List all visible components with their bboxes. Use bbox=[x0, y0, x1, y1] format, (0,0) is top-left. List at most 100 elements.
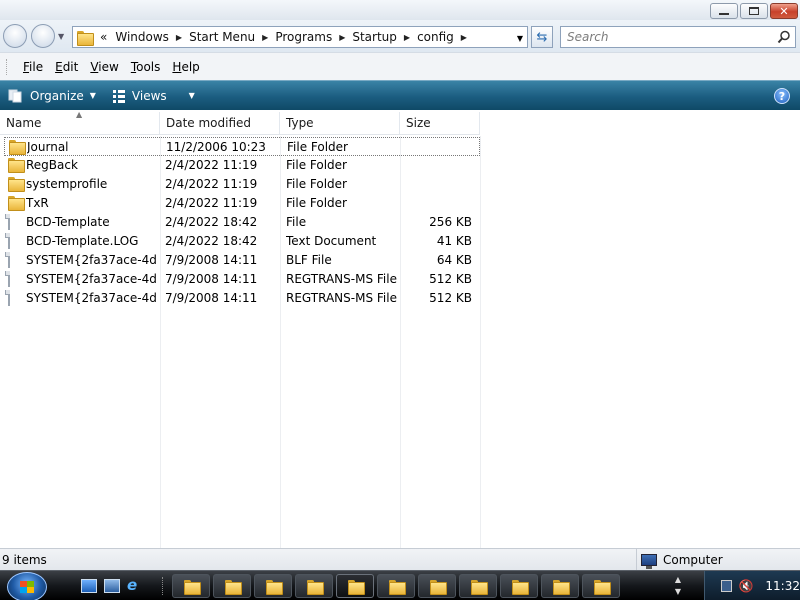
menu-help[interactable]: Help bbox=[166, 60, 205, 74]
file-row[interactable]: BCD-Template 2/4/2022 18:42 File 256 KB bbox=[4, 213, 480, 232]
taskbar-button-folder[interactable] bbox=[336, 574, 374, 598]
column-header-type[interactable]: Type bbox=[280, 112, 400, 134]
volume-muted-icon[interactable]: 🔇 bbox=[738, 579, 753, 593]
help-button[interactable]: ? bbox=[774, 88, 790, 104]
file-row[interactable]: TxR 2/4/2022 11:19 File Folder bbox=[4, 194, 480, 213]
folder-icon bbox=[77, 30, 94, 46]
refresh-icon: ⇆ bbox=[536, 29, 548, 45]
internet-explorer-icon[interactable]: e bbox=[127, 576, 143, 594]
file-row[interactable]: SYSTEM{2fa37ace-4d6... 7/9/2008 14:11 REGT… bbox=[4, 289, 480, 308]
windows-logo-icon bbox=[20, 581, 34, 593]
file-date: 7/9/2008 14:11 bbox=[165, 291, 258, 305]
file-row[interactable]: BCD-Template.LOG 2/4/2022 18:42 Text Docum… bbox=[4, 232, 480, 251]
taskbar-button-folder[interactable] bbox=[459, 574, 497, 598]
breadcrumb-windows[interactable]: Windows bbox=[111, 30, 173, 44]
show-desktop-icon[interactable] bbox=[81, 579, 97, 593]
file-type: File Folder bbox=[286, 196, 347, 210]
search-input[interactable] bbox=[567, 27, 767, 47]
file-size: 512 KB bbox=[429, 291, 472, 305]
breadcrumb-arrow-icon[interactable]: ▶ bbox=[173, 33, 185, 42]
menu-tools-rest: ools bbox=[136, 59, 161, 74]
address-bar[interactable]: « Windows ▶ Start Menu ▶ Programs ▶ Star… bbox=[72, 26, 528, 48]
column-header-date[interactable]: Date modified bbox=[160, 112, 280, 134]
breadcrumb-startup[interactable]: Startup bbox=[348, 30, 401, 44]
file-name: SYSTEM{2fa37ace-4d6... bbox=[26, 272, 156, 286]
taskbar-button-folder[interactable] bbox=[541, 574, 579, 598]
file-date: 2/4/2022 18:42 bbox=[165, 215, 258, 229]
location-label: Computer bbox=[663, 552, 723, 567]
menu-grip bbox=[6, 58, 9, 75]
breadcrumb-arrow-icon[interactable]: ▶ bbox=[259, 33, 271, 42]
column-header-size[interactable]: Size bbox=[400, 112, 480, 134]
organize-button[interactable]: Organize ▼ bbox=[0, 81, 104, 110]
search-box[interactable] bbox=[560, 26, 796, 48]
close-button[interactable]: ✕ bbox=[770, 3, 798, 19]
taskbar-button-folder[interactable] bbox=[213, 574, 251, 598]
breadcrumb-programs[interactable]: Programs bbox=[271, 30, 336, 44]
file-type: REGTRANS-MS File bbox=[286, 272, 397, 286]
minimize-button[interactable] bbox=[710, 3, 738, 19]
back-button[interactable] bbox=[3, 24, 27, 48]
close-icon: ✕ bbox=[779, 4, 789, 18]
organize-icon bbox=[8, 89, 22, 102]
taskbar-scroll-buttons[interactable]: ▲ ▼ bbox=[672, 574, 684, 598]
forward-button[interactable] bbox=[31, 24, 55, 48]
file-icon bbox=[8, 233, 10, 249]
network-icon[interactable] bbox=[721, 580, 733, 592]
file-row[interactable]: SYSTEM{2fa37ace-4d6... 7/9/2008 14:11 REGT… bbox=[4, 270, 480, 289]
file-name: RegBack bbox=[26, 158, 78, 172]
file-name: SYSTEM{2fa37ace-4d6... bbox=[26, 253, 156, 267]
column-type-label: Type bbox=[286, 116, 314, 130]
breadcrumb-overflow[interactable]: « bbox=[96, 30, 111, 44]
menu-tools[interactable]: Tools bbox=[125, 60, 167, 74]
taskbar-button-folder[interactable] bbox=[254, 574, 292, 598]
clock[interactable]: 11:32 bbox=[765, 579, 800, 593]
folder-icon bbox=[429, 579, 447, 595]
breadcrumb-config[interactable]: config bbox=[413, 30, 458, 44]
taskbar-button-folder[interactable] bbox=[377, 574, 415, 598]
taskbar-button-explorer[interactable] bbox=[172, 574, 210, 598]
search-icon[interactable] bbox=[777, 30, 791, 44]
menu-view[interactable]: View bbox=[84, 60, 124, 74]
taskbar-button-folder[interactable] bbox=[295, 574, 333, 598]
file-row[interactable]: SYSTEM{2fa37ace-4d6... 7/9/2008 14:11 BLF … bbox=[4, 251, 480, 270]
menu-file-rest: ile bbox=[29, 59, 44, 74]
folder-icon bbox=[265, 579, 283, 595]
taskbar-button-folder[interactable] bbox=[418, 574, 456, 598]
taskbar-grip bbox=[162, 577, 166, 595]
switch-windows-icon[interactable] bbox=[104, 579, 120, 593]
menu-file[interactable]: File bbox=[17, 60, 49, 74]
breadcrumb-arrow-icon[interactable]: ▶ bbox=[336, 33, 348, 42]
file-name: BCD-Template bbox=[26, 215, 110, 229]
start-button[interactable] bbox=[7, 572, 47, 600]
menu-edit[interactable]: Edit bbox=[49, 60, 84, 74]
address-dropdown-icon[interactable]: ▼ bbox=[517, 34, 523, 43]
menu-view-rest: iew bbox=[98, 59, 119, 74]
breadcrumb-arrow-icon[interactable]: ▶ bbox=[401, 33, 413, 42]
sort-ascending-icon: ▲ bbox=[76, 110, 83, 119]
file-row[interactable]: Journal 11/2/2006 10:23 File Folder bbox=[4, 137, 480, 156]
recent-pages-dropdown[interactable]: ▼ bbox=[58, 32, 64, 41]
views-dropdown-button[interactable]: ▼ bbox=[175, 81, 203, 110]
taskbar-button-folder[interactable] bbox=[500, 574, 538, 598]
breadcrumb-arrow-icon[interactable]: ▶ bbox=[458, 33, 470, 42]
column-header-name[interactable]: ▲ Name bbox=[0, 110, 160, 134]
taskbar-button-folder[interactable] bbox=[582, 574, 620, 598]
file-type: File Folder bbox=[286, 177, 347, 191]
file-name: systemprofile bbox=[26, 177, 108, 191]
file-size: 512 KB bbox=[429, 272, 472, 286]
file-type: File bbox=[286, 215, 307, 229]
file-icon bbox=[8, 290, 10, 306]
help-icon: ? bbox=[778, 89, 786, 103]
file-row[interactable]: RegBack 2/4/2022 11:19 File Folder bbox=[4, 156, 480, 175]
file-row[interactable]: systemprofile 2/4/2022 11:19 File Folder bbox=[4, 175, 480, 194]
refresh-button[interactable]: ⇆ bbox=[531, 26, 553, 48]
breadcrumb-start-menu[interactable]: Start Menu bbox=[185, 30, 259, 44]
item-count: 9 items bbox=[2, 553, 47, 567]
column-size-label: Size bbox=[406, 116, 431, 130]
maximize-button[interactable] bbox=[740, 3, 768, 19]
status-location: Computer bbox=[636, 549, 800, 570]
views-button[interactable]: Views bbox=[104, 81, 175, 110]
file-icon bbox=[8, 252, 10, 268]
file-name: TxR bbox=[26, 196, 49, 210]
